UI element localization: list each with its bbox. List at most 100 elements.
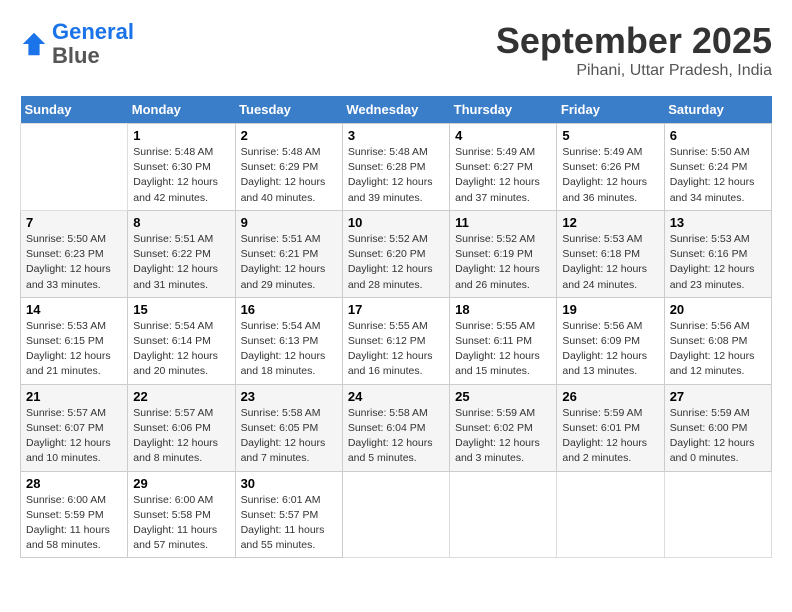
calendar-cell: 15 Sunrise: 5:54 AMSunset: 6:14 PMDayligh… [128,297,235,384]
weekday-header: Sunday [21,96,128,124]
day-number: 4 [455,128,551,143]
day-number: 13 [670,215,766,230]
calendar-week-row: 28 Sunrise: 6:00 AMSunset: 5:59 PMDayligh… [21,471,772,558]
calendar-cell: 18 Sunrise: 5:55 AMSunset: 6:11 PMDayligh… [450,297,557,384]
weekday-header-row: SundayMondayTuesdayWednesdayThursdayFrid… [21,96,772,124]
weekday-header: Tuesday [235,96,342,124]
day-number: 18 [455,302,551,317]
logo-text: GeneralBlue [52,20,134,68]
day-info: Sunrise: 5:50 AMSunset: 6:23 PMDaylight:… [26,232,122,293]
day-number: 16 [241,302,337,317]
day-info: Sunrise: 5:52 AMSunset: 6:20 PMDaylight:… [348,232,444,293]
day-info: Sunrise: 5:48 AMSunset: 6:30 PMDaylight:… [133,145,229,206]
day-info: Sunrise: 5:59 AMSunset: 6:02 PMDaylight:… [455,406,551,467]
calendar-cell [557,471,664,558]
day-info: Sunrise: 5:57 AMSunset: 6:06 PMDaylight:… [133,406,229,467]
day-number: 8 [133,215,229,230]
calendar-cell: 28 Sunrise: 6:00 AMSunset: 5:59 PMDayligh… [21,471,128,558]
day-number: 15 [133,302,229,317]
day-info: Sunrise: 5:54 AMSunset: 6:13 PMDaylight:… [241,319,337,380]
calendar-cell: 12 Sunrise: 5:53 AMSunset: 6:18 PMDayligh… [557,210,664,297]
day-number: 20 [670,302,766,317]
calendar-cell: 20 Sunrise: 5:56 AMSunset: 6:08 PMDayligh… [664,297,771,384]
calendar-cell: 2 Sunrise: 5:48 AMSunset: 6:29 PMDaylight… [235,124,342,211]
day-info: Sunrise: 5:48 AMSunset: 6:29 PMDaylight:… [241,145,337,206]
day-info: Sunrise: 5:56 AMSunset: 6:09 PMDaylight:… [562,319,658,380]
calendar-cell: 7 Sunrise: 5:50 AMSunset: 6:23 PMDaylight… [21,210,128,297]
day-info: Sunrise: 5:48 AMSunset: 6:28 PMDaylight:… [348,145,444,206]
title-block: September 2025 Pihani, Uttar Pradesh, In… [496,20,772,80]
calendar-cell: 29Sunrise: 6:00 AMSunset: 5:58 PMDayligh… [128,471,235,558]
day-number: 12 [562,215,658,230]
day-info: Sunrise: 5:49 AMSunset: 6:27 PMDaylight:… [455,145,551,206]
weekday-header: Saturday [664,96,771,124]
day-number: 3 [348,128,444,143]
calendar-cell: 24 Sunrise: 5:58 AMSunset: 6:04 PMDayligh… [342,384,449,471]
calendar-cell: 27Sunrise: 5:59 AMSunset: 6:00 PMDayligh… [664,384,771,471]
calendar-cell: 17Sunrise: 5:55 AMSunset: 6:12 PMDayligh… [342,297,449,384]
day-info: Sunrise: 5:55 AMSunset: 6:12 PMDaylight:… [348,319,444,380]
day-info: Sunrise: 5:58 AMSunset: 6:05 PMDaylight:… [241,406,337,467]
day-number: 22 [133,389,229,404]
calendar-cell: 3 Sunrise: 5:48 AMSunset: 6:28 PMDaylight… [342,124,449,211]
day-info: Sunrise: 5:50 AMSunset: 6:24 PMDaylight:… [670,145,766,206]
day-number: 30 [241,476,337,491]
day-info: Sunrise: 5:51 AMSunset: 6:21 PMDaylight:… [241,232,337,293]
calendar-cell [450,471,557,558]
calendar-week-row: 14Sunrise: 5:53 AMSunset: 6:15 PMDayligh… [21,297,772,384]
day-info: Sunrise: 5:56 AMSunset: 6:08 PMDaylight:… [670,319,766,380]
day-info: Sunrise: 5:59 AMSunset: 6:01 PMDaylight:… [562,406,658,467]
calendar-cell: 1 Sunrise: 5:48 AMSunset: 6:30 PMDaylight… [128,124,235,211]
weekday-header: Wednesday [342,96,449,124]
day-number: 24 [348,389,444,404]
day-info: Sunrise: 5:52 AMSunset: 6:19 PMDaylight:… [455,232,551,293]
calendar-cell: 8 Sunrise: 5:51 AMSunset: 6:22 PMDaylight… [128,210,235,297]
calendar-cell: 5 Sunrise: 5:49 AMSunset: 6:26 PMDaylight… [557,124,664,211]
calendar-cell: 14Sunrise: 5:53 AMSunset: 6:15 PMDayligh… [21,297,128,384]
day-number: 29 [133,476,229,491]
calendar-cell: 4 Sunrise: 5:49 AMSunset: 6:27 PMDaylight… [450,124,557,211]
day-number: 26 [562,389,658,404]
month-title: September 2025 [496,20,772,62]
page-header: GeneralBlue September 2025 Pihani, Uttar… [20,20,772,80]
day-number: 10 [348,215,444,230]
weekday-header: Friday [557,96,664,124]
day-number: 9 [241,215,337,230]
day-number: 6 [670,128,766,143]
day-number: 25 [455,389,551,404]
day-number: 1 [133,128,229,143]
weekday-header: Monday [128,96,235,124]
location: Pihani, Uttar Pradesh, India [496,62,772,80]
calendar-week-row: 21Sunrise: 5:57 AMSunset: 6:07 PMDayligh… [21,384,772,471]
day-info: Sunrise: 5:49 AMSunset: 6:26 PMDaylight:… [562,145,658,206]
calendar-cell: 13Sunrise: 5:53 AMSunset: 6:16 PMDayligh… [664,210,771,297]
calendar-cell: 16 Sunrise: 5:54 AMSunset: 6:13 PMDayligh… [235,297,342,384]
day-info: Sunrise: 5:51 AMSunset: 6:22 PMDaylight:… [133,232,229,293]
day-number: 14 [26,302,122,317]
calendar-cell [342,471,449,558]
day-info: Sunrise: 5:53 AMSunset: 6:18 PMDaylight:… [562,232,658,293]
day-info: Sunrise: 5:55 AMSunset: 6:11 PMDaylight:… [455,319,551,380]
calendar-cell: 9 Sunrise: 5:51 AMSunset: 6:21 PMDaylight… [235,210,342,297]
day-number: 28 [26,476,122,491]
calendar-cell: 22 Sunrise: 5:57 AMSunset: 6:06 PMDayligh… [128,384,235,471]
calendar-cell [664,471,771,558]
day-info: Sunrise: 6:00 AMSunset: 5:59 PMDaylight:… [26,493,122,554]
calendar-week-row: 7 Sunrise: 5:50 AMSunset: 6:23 PMDaylight… [21,210,772,297]
calendar-table: SundayMondayTuesdayWednesdayThursdayFrid… [20,96,772,558]
logo: GeneralBlue [20,20,134,68]
calendar-cell: 23 Sunrise: 5:58 AMSunset: 6:05 PMDayligh… [235,384,342,471]
day-info: Sunrise: 5:58 AMSunset: 6:04 PMDaylight:… [348,406,444,467]
day-number: 19 [562,302,658,317]
logo-icon [20,30,48,58]
day-number: 2 [241,128,337,143]
day-number: 5 [562,128,658,143]
calendar-cell: 19 Sunrise: 5:56 AMSunset: 6:09 PMDayligh… [557,297,664,384]
day-number: 23 [241,389,337,404]
day-number: 7 [26,215,122,230]
day-number: 21 [26,389,122,404]
calendar-cell: 25 Sunrise: 5:59 AMSunset: 6:02 PMDayligh… [450,384,557,471]
calendar-cell: 6 Sunrise: 5:50 AMSunset: 6:24 PMDaylight… [664,124,771,211]
weekday-header: Thursday [450,96,557,124]
day-info: Sunrise: 5:54 AMSunset: 6:14 PMDaylight:… [133,319,229,380]
